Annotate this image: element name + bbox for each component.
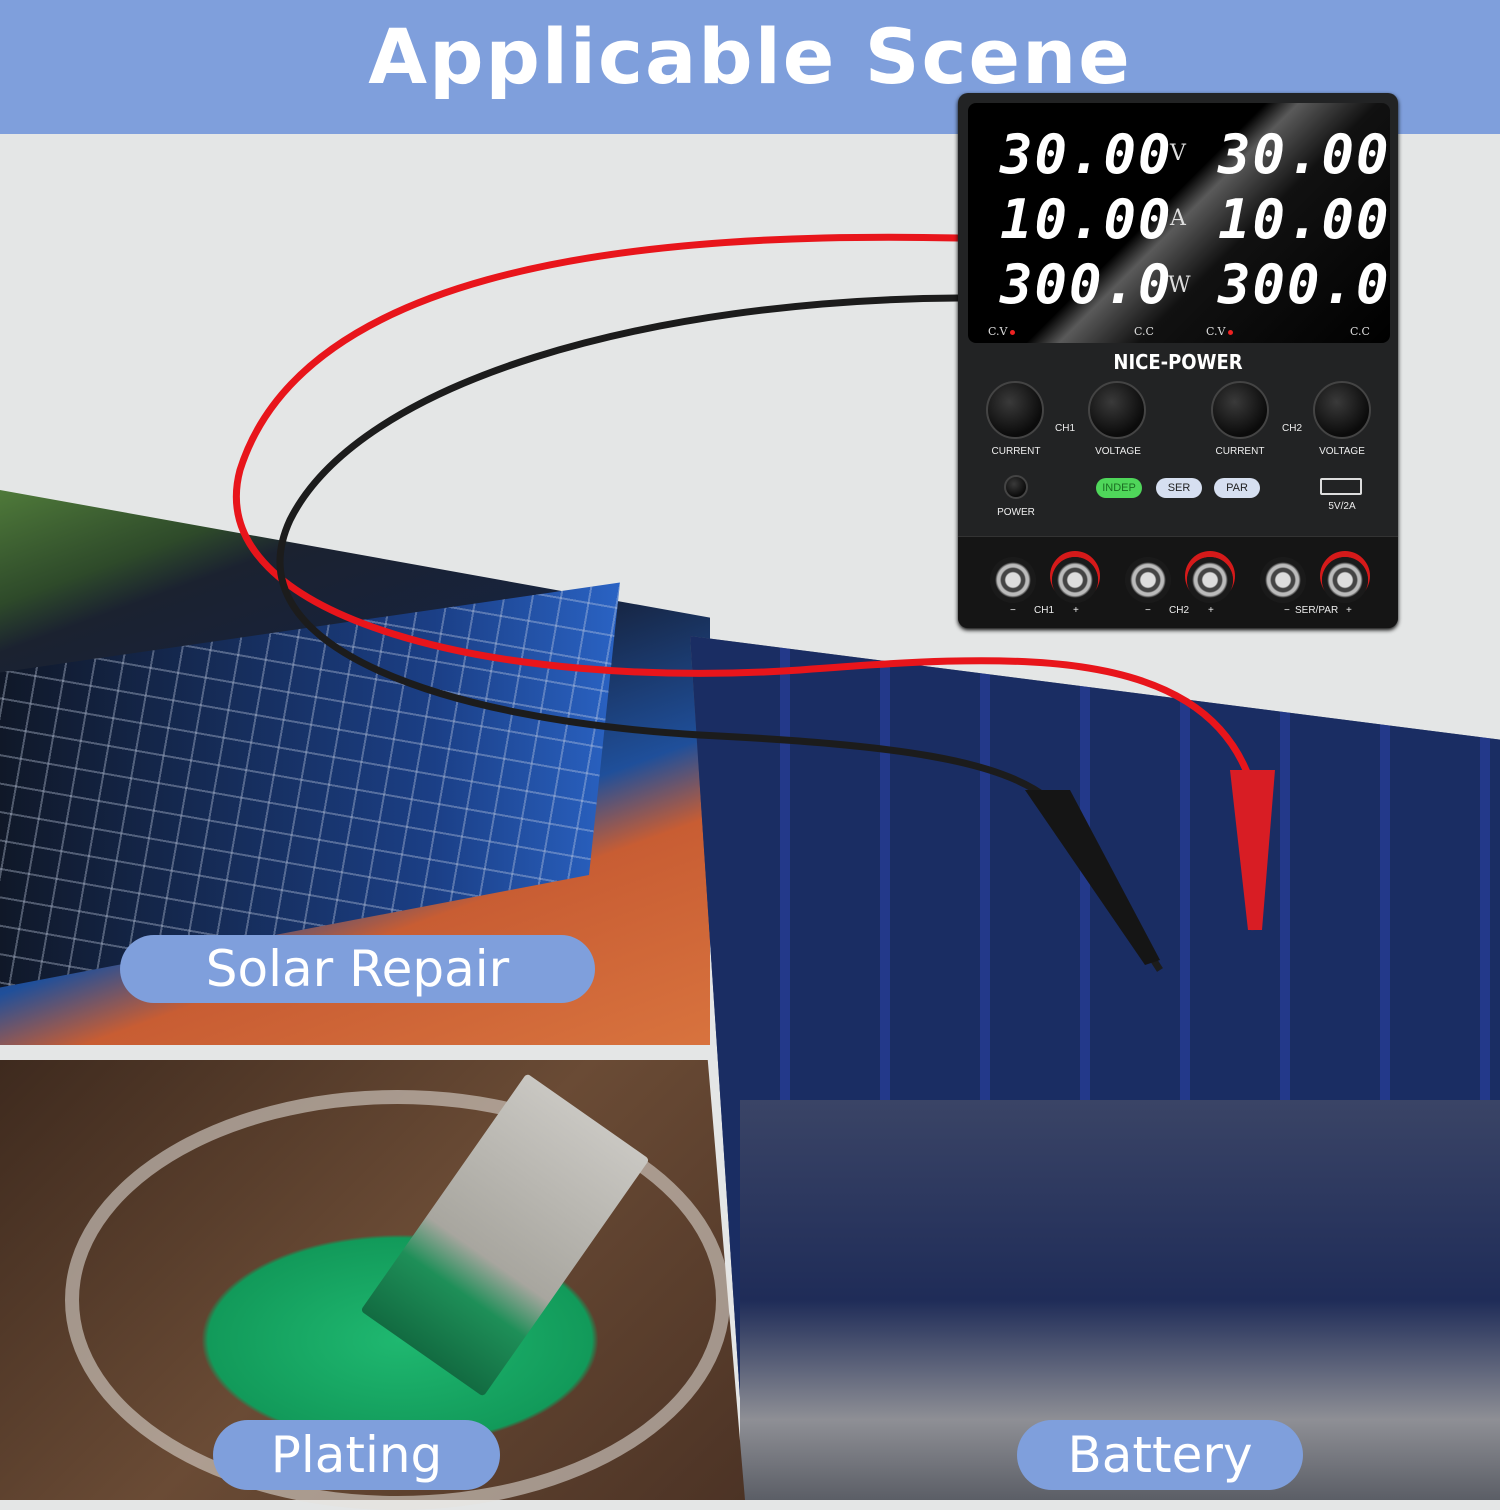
ch2-label: CH2	[1282, 423, 1303, 434]
display: 30.00 10.00 300.0 30.00 10.00 300.0 V A …	[968, 103, 1390, 343]
ch2-minus: −	[1145, 605, 1151, 616]
ch1-current-knob[interactable]	[986, 381, 1044, 439]
serpar-minus: −	[1284, 605, 1290, 616]
ch2-terminal-label: CH2	[1169, 605, 1190, 616]
ch1-power: 300.0	[1000, 253, 1173, 316]
power-supply: 30.00 10.00 300.0 30.00 10.00 300.0 V A …	[958, 93, 1398, 628]
cv-label: C.V	[1206, 325, 1226, 338]
ch1-negative-terminal[interactable]	[990, 557, 1036, 603]
serpar-plus: +	[1346, 605, 1352, 616]
red-clip	[1230, 770, 1275, 930]
ch1-voltage: 30.00	[1000, 123, 1173, 186]
cv-label: C.V	[988, 325, 1008, 338]
usb-label: 5V/2A	[1328, 501, 1356, 512]
ch1-cc-indicator: C.C	[1134, 325, 1154, 338]
ch1-positive-terminal[interactable]	[1052, 557, 1098, 603]
ch1-label: CH1	[1055, 423, 1076, 434]
power-label: POWER	[997, 507, 1035, 518]
ch2-voltage-knob[interactable]	[1313, 381, 1371, 439]
scene-label-solar: Solar Repair	[120, 935, 595, 1003]
led-icon	[1010, 329, 1016, 335]
ch1-minus: −	[1010, 605, 1016, 616]
serpar-positive-terminal[interactable]	[1322, 557, 1368, 603]
ch2-plus: +	[1208, 605, 1214, 616]
ch1-plus: +	[1073, 605, 1079, 616]
ch1-current: 10.00	[1000, 188, 1173, 251]
mode-indep-button[interactable]: INDEP	[1096, 478, 1142, 498]
ch2-voltage-label: VOLTAGE	[1319, 446, 1365, 457]
ch1-voltage-label: VOLTAGE	[1095, 446, 1141, 457]
scene-label-battery: Battery	[1017, 1420, 1303, 1490]
serpar-negative-terminal[interactable]	[1260, 557, 1306, 603]
ch2-current-knob[interactable]	[1211, 381, 1269, 439]
serpar-terminal-label: SER/PAR	[1295, 605, 1339, 616]
ch2-cv-indicator: C.V	[1206, 325, 1234, 338]
ch2-negative-terminal[interactable]	[1125, 557, 1171, 603]
unit-w: W	[1168, 273, 1191, 298]
ch1-terminal-label: CH1	[1034, 605, 1055, 616]
mode-par-button[interactable]: PAR	[1214, 478, 1260, 498]
mode-ser-button[interactable]: SER	[1156, 478, 1202, 498]
ch1-current-label: CURRENT	[991, 446, 1041, 457]
ch2-current: 10.00	[1218, 188, 1391, 251]
black-clip	[1025, 790, 1160, 965]
ch2-power: 300.0	[1218, 253, 1391, 316]
ch1-cv-indicator: C.V	[988, 325, 1016, 338]
ch2-cc-indicator: C.C	[1350, 325, 1370, 338]
unit-a: A	[1170, 206, 1186, 231]
led-icon	[1228, 329, 1234, 335]
terminal-panel: − CH1 + − CH2 + − SER/PAR +	[958, 536, 1398, 628]
usb-port-icon	[1320, 478, 1362, 495]
ch2-current-label: CURRENT	[1215, 446, 1265, 457]
power-button[interactable]	[1004, 475, 1028, 499]
scene-label-plating: Plating	[213, 1420, 500, 1490]
ch2-positive-terminal[interactable]	[1187, 557, 1233, 603]
unit-v: V	[1170, 141, 1186, 166]
ch2-voltage: 30.00	[1218, 123, 1391, 186]
brand-logo: NICE-POWER	[1113, 350, 1243, 374]
ch1-voltage-knob[interactable]	[1088, 381, 1146, 439]
